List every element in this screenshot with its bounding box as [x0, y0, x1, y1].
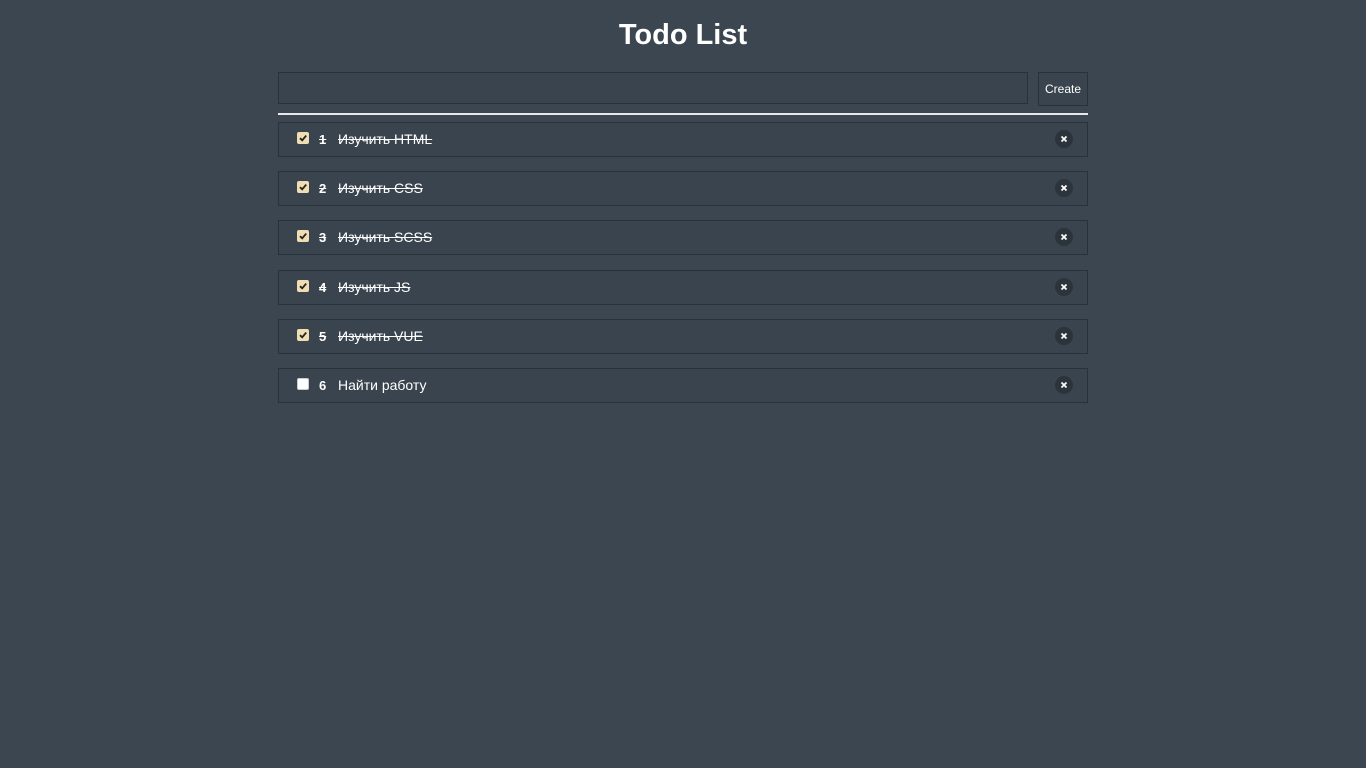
check-icon — [299, 135, 307, 142]
todo-number: 2 — [319, 181, 327, 197]
todo-text: Изучить HTML — [338, 131, 433, 147]
create-button[interactable]: Create — [1038, 72, 1088, 106]
close-icon — [1060, 135, 1068, 143]
check-icon — [299, 331, 307, 339]
check-icon — [299, 282, 307, 290]
todo-text: Изучить CSS — [338, 180, 423, 197]
remove-todo-button[interactable] — [1055, 130, 1073, 148]
check-icon — [299, 184, 307, 191]
close-icon — [1060, 381, 1068, 389]
todo-number: 1 — [319, 132, 327, 147]
divider — [278, 113, 1088, 115]
todo-checkbox[interactable] — [297, 132, 309, 144]
remove-todo-button[interactable] — [1055, 326, 1073, 345]
todo-number: 4 — [319, 279, 327, 295]
todo-number: 5 — [319, 328, 327, 344]
check-icon — [299, 233, 307, 240]
todo-number: 6 — [319, 377, 327, 393]
todo-text: Изучить JS — [338, 278, 411, 295]
remove-todo-button[interactable] — [1055, 375, 1073, 394]
page-title: Todo List — [618, 19, 748, 51]
todo-checkbox[interactable] — [297, 377, 309, 390]
todo-app: Todo List Create 1 Изучить HTML 2 Изучит… — [278, 0, 1088, 403]
create-row: Create — [278, 72, 1088, 106]
todo-checkbox[interactable] — [297, 181, 309, 194]
todo-item: 4 Изучить JS — [278, 269, 1088, 305]
remove-todo-button[interactable] — [1055, 228, 1073, 247]
todo-number: 3 — [319, 230, 327, 246]
todo-list: 1 Изучить HTML 2 Изучить CSS 3 Изучить S… — [278, 122, 1088, 417]
new-todo-input[interactable] — [278, 72, 1028, 104]
todo-checkbox[interactable] — [297, 230, 309, 243]
todo-item: 2 Изучить CSS — [278, 171, 1088, 207]
remove-todo-button[interactable] — [1055, 179, 1073, 198]
close-icon — [1060, 234, 1068, 241]
todo-checkbox[interactable] — [297, 279, 309, 292]
todo-item: 5 Изучить VUE — [278, 318, 1088, 354]
todo-item: 3 Изучить SCSS — [278, 220, 1088, 256]
todo-text: Изучить VUE — [338, 327, 423, 344]
todo-checkbox[interactable] — [297, 328, 309, 341]
remove-todo-button[interactable] — [1055, 277, 1073, 296]
close-icon — [1060, 185, 1068, 192]
close-icon — [1060, 283, 1068, 290]
todo-text: Изучить SCSS — [338, 229, 433, 246]
close-icon — [1060, 332, 1068, 339]
todo-item: 1 Изучить HTML — [278, 122, 1088, 157]
todo-text: Найти работу — [338, 376, 427, 393]
todo-item: 6 Найти работу — [278, 367, 1088, 403]
